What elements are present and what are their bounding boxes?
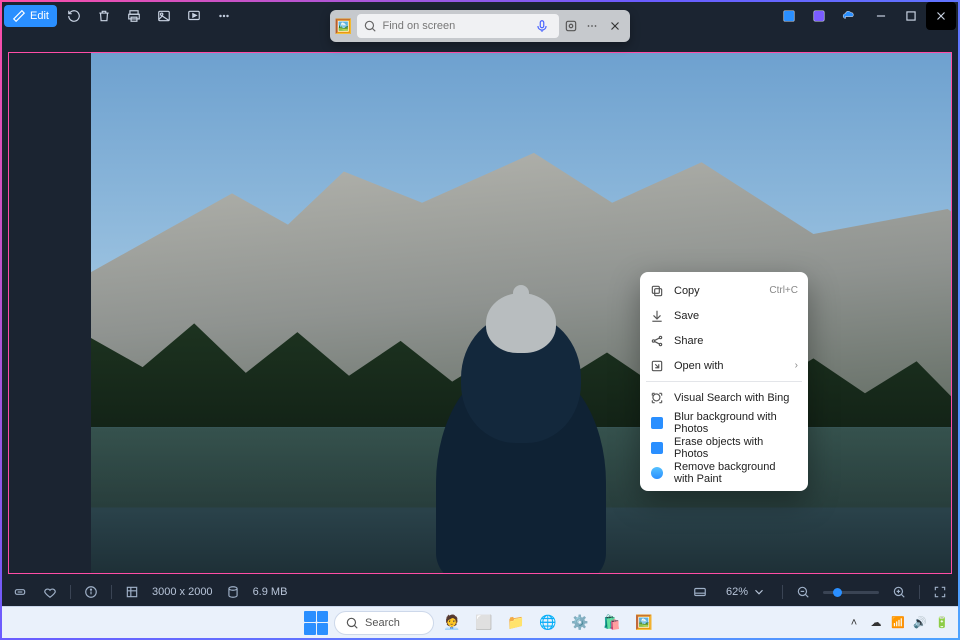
taskbar-copilot-icon[interactable]: 🧑‍💼 [438, 609, 466, 637]
dimensions-icon [122, 585, 142, 599]
context-menu-label: Save [674, 310, 798, 322]
context-menu-label: Blur background with Photos [674, 411, 798, 435]
dimensions-text: 3000 x 2000 [152, 586, 213, 598]
find-input-wrap[interactable] [357, 14, 559, 38]
status-bar: 3000 x 2000 6.9 MB 62% [2, 578, 958, 606]
tray-battery-icon[interactable]: 🔋 [934, 616, 950, 629]
context-menu-separator [646, 381, 802, 382]
slideshow-icon[interactable] [181, 4, 207, 28]
delete-icon[interactable] [91, 4, 117, 28]
taskbar-search-label: Search [365, 617, 400, 629]
filesize-text: 6.9 MB [253, 586, 288, 598]
context-menu-item[interactable]: Erase objects with Photos [640, 435, 808, 460]
tray-chevron-icon[interactable]: ˄ [846, 617, 862, 629]
tray-onedrive-icon[interactable]: ☁ [868, 616, 884, 629]
favorite-icon[interactable] [40, 585, 60, 599]
tray-volume-icon[interactable]: 🔊 [912, 616, 928, 629]
maximize-button[interactable] [896, 2, 926, 30]
open-with-icon [650, 359, 664, 373]
zoom-text: 62% [726, 586, 748, 598]
image-viewport[interactable] [8, 52, 952, 574]
context-menu: Copy Ctrl+C Save Share Open with › Visual Sear… [640, 272, 808, 491]
taskbar-settings-icon[interactable]: ⚙️ [566, 609, 594, 637]
context-menu-item[interactable]: Share [640, 328, 808, 353]
visual-search-icon [650, 391, 664, 405]
rotate-icon[interactable] [61, 4, 87, 28]
edit-button[interactable]: Edit [4, 5, 57, 27]
designer-icon[interactable] [776, 4, 802, 28]
taskbar-search[interactable]: Search [334, 611, 434, 635]
taskbar-edge-icon[interactable]: 🌐 [534, 609, 562, 637]
share-icon [650, 334, 664, 348]
close-button[interactable] [926, 2, 956, 30]
context-menu-item[interactable]: Save [640, 303, 808, 328]
find-more-icon[interactable] [583, 15, 600, 37]
edit-button-label: Edit [30, 10, 49, 22]
copilot-icon[interactable] [563, 15, 580, 37]
fullscreen-icon[interactable] [930, 585, 950, 599]
filmstrip-area [9, 53, 91, 573]
find-close-button[interactable] [604, 14, 626, 38]
chevron-right-icon: › [795, 360, 798, 371]
photos-app-icon [650, 417, 664, 429]
context-menu-shortcut: Ctrl+C [769, 285, 798, 296]
context-menu-label: Remove background with Paint [674, 461, 798, 485]
context-menu-label: Erase objects with Photos [674, 436, 798, 460]
taskbar-photos-icon[interactable]: 🖼️ [630, 609, 658, 637]
context-menu-label: Visual Search with Bing [674, 392, 798, 404]
taskbar-store-icon[interactable]: 🛍️ [598, 609, 626, 637]
save-icon [650, 309, 664, 323]
find-input[interactable] [383, 20, 525, 32]
context-menu-item[interactable]: Blur background with Photos [640, 410, 808, 435]
taskbar: Search 🧑‍💼 ⬜ 📁 🌐 ⚙️ 🛍️ 🖼️ ˄ ☁ 📶 🔊 🔋 [2, 606, 958, 638]
clipchamp-icon[interactable] [806, 4, 832, 28]
remove-icon[interactable] [10, 585, 30, 599]
displayed-photo [91, 53, 951, 573]
zoom-out-icon[interactable] [793, 585, 813, 599]
zoom-in-icon[interactable] [889, 585, 909, 599]
snipping-app-icon: 🖼️ [334, 14, 353, 38]
photos-app-icon [650, 442, 664, 454]
more-icon[interactable] [211, 4, 237, 28]
minimize-button[interactable] [866, 2, 896, 30]
context-menu-label: Copy [674, 285, 759, 297]
context-menu-label: Share [674, 335, 798, 347]
image-icon[interactable] [151, 4, 177, 28]
start-button[interactable] [302, 609, 330, 637]
taskbar-taskview-icon[interactable]: ⬜ [470, 609, 498, 637]
context-menu-label: Open with [674, 360, 785, 372]
info-icon[interactable] [81, 585, 101, 599]
zoom-slider[interactable] [823, 591, 879, 594]
filesize-icon [223, 585, 243, 599]
taskbar-tray[interactable]: ˄ ☁ 📶 🔊 🔋 [846, 607, 950, 638]
tray-wifi-icon[interactable]: 📶 [890, 616, 906, 629]
context-menu-item[interactable]: Remove background with Paint [640, 460, 808, 485]
context-menu-item[interactable]: Open with › [640, 353, 808, 378]
copy-icon [650, 284, 664, 298]
find-on-screen-bar: 🖼️ [330, 10, 630, 42]
onedrive-icon[interactable] [836, 4, 862, 28]
filmstrip-toggle-icon[interactable] [690, 585, 710, 599]
window-controls [866, 2, 956, 30]
paint-app-icon [650, 467, 664, 479]
zoom-level[interactable]: 62% [720, 583, 772, 601]
context-menu-item[interactable]: Copy Ctrl+C [640, 278, 808, 303]
print-icon[interactable] [121, 4, 147, 28]
mic-icon[interactable] [531, 15, 553, 37]
taskbar-explorer-icon[interactable]: 📁 [502, 609, 530, 637]
context-menu-item[interactable]: Visual Search with Bing [640, 385, 808, 410]
